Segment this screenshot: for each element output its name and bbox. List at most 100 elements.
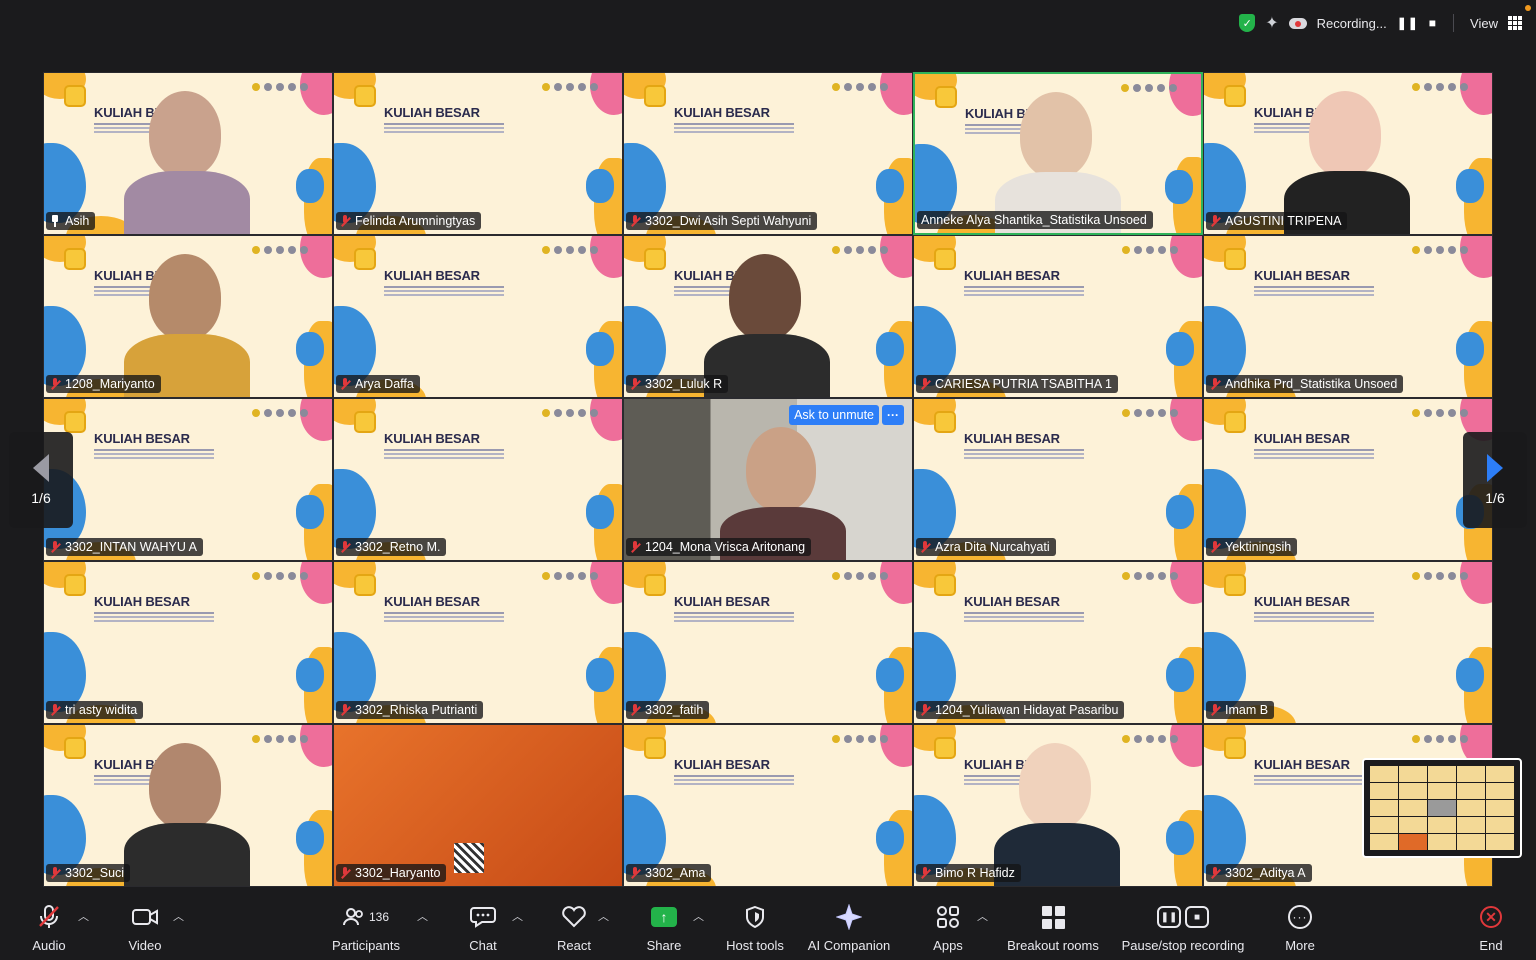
- participant-tile[interactable]: KULIAH BESAR Arya Daffa: [333, 235, 623, 398]
- thumbnail-tile: [1457, 834, 1485, 850]
- slide-subtitle-lines: [964, 449, 1084, 451]
- stop-recording-icon[interactable]: ■: [1429, 16, 1437, 30]
- participant-name: Imam B: [1225, 703, 1269, 717]
- event-logo-icon: [64, 737, 86, 759]
- slide-background: KULIAH BESAR: [914, 562, 1202, 723]
- share-label: Share: [646, 938, 682, 953]
- apps-label: Apps: [933, 938, 963, 953]
- event-logo-icon: [64, 411, 86, 433]
- video-options-caret-icon[interactable]: ︿: [173, 908, 184, 924]
- participant-tile[interactable]: KULIAH BESAR Yektiningsih: [1203, 398, 1493, 561]
- mic-muted-icon: [340, 215, 350, 227]
- tile-more-options-icon[interactable]: ···: [882, 405, 904, 425]
- participant-video: [746, 427, 816, 511]
- react-button[interactable]: React: [553, 894, 595, 960]
- mic-muted-icon: [340, 378, 350, 390]
- thumbnail-tile: [1457, 766, 1485, 782]
- participant-video-body: [124, 823, 250, 886]
- audio-options-caret-icon[interactable]: ︿: [78, 908, 89, 924]
- ask-to-unmute-button[interactable]: Ask to unmute: [789, 405, 879, 425]
- participant-tile[interactable]: KULIAH BESAR 1208_Mariyanto: [43, 235, 333, 398]
- participant-tile[interactable]: KULIAH BESAR Azra Dita Nurcahyati: [913, 398, 1203, 561]
- audio-button[interactable]: Audio: [28, 894, 70, 960]
- breakout-rooms-button[interactable]: Breakout rooms: [1002, 894, 1104, 960]
- audio-label: Audio: [32, 938, 66, 953]
- self-view-thumbnail[interactable]: [1362, 758, 1522, 858]
- participant-tile[interactable]: KULIAH BESAR 3302_Ama: [623, 724, 913, 887]
- mic-muted-icon: [1210, 704, 1220, 716]
- slide-background: KULIAH BESAR: [624, 73, 912, 234]
- sponsor-logos: [832, 735, 888, 743]
- previous-page-button[interactable]: 1/6: [9, 432, 73, 528]
- participant-tile[interactable]: KULIAH BESAR Anneke Alya Shantika_Statist…: [913, 72, 1203, 235]
- sponsor-logos: [542, 409, 598, 417]
- participant-tile[interactable]: Ask to unmute ··· 1204_Mona Vrisca Aritona…: [623, 398, 913, 561]
- sponsor-logos: [1412, 572, 1468, 580]
- participant-tile[interactable]: KULIAH BESAR Andhika Prd_Statistika Unsoe…: [1203, 235, 1493, 398]
- thumbnail-tile: [1399, 817, 1427, 833]
- slide-background: KULIAH BESAR: [44, 562, 332, 723]
- participant-tile[interactable]: KULIAH BESAR tri asty widita: [43, 561, 333, 724]
- apps-icon: [936, 900, 960, 934]
- meeting-toolbar: Audio ︿ Video ︿ 136 Participants ︿ Chat …: [0, 894, 1536, 960]
- event-logo-icon: [64, 85, 86, 107]
- apps-options-caret-icon[interactable]: ︿: [977, 908, 988, 924]
- participant-video-body: [124, 171, 250, 234]
- participant-name-tag: 3302_Dwi Asih Septi Wahyuni: [626, 212, 818, 230]
- encryption-shield-icon[interactable]: ✓: [1239, 14, 1256, 32]
- gallery-grid-icon[interactable]: [1508, 16, 1522, 30]
- pause-recording-icon[interactable]: ❚❚: [1397, 16, 1419, 30]
- share-button[interactable]: ↑ Share: [643, 894, 685, 960]
- apps-button[interactable]: Apps: [927, 894, 969, 960]
- pause-stop-icon: ❚❚ ■: [1157, 906, 1209, 928]
- next-page-button[interactable]: 1/6: [1463, 432, 1527, 528]
- slide-background: KULIAH BESAR: [1204, 562, 1492, 723]
- participant-tile[interactable]: KULIAH BESAR 3302_Suci: [43, 724, 333, 887]
- participant-tile[interactable]: KULIAH BESAR Bimo R Hafidz: [913, 724, 1203, 887]
- ai-companion-button[interactable]: AI Companion: [804, 894, 894, 960]
- sponsor-logos: [1412, 246, 1468, 254]
- participant-tile[interactable]: KULIAH BESAR Imam B: [1203, 561, 1493, 724]
- host-tools-button[interactable]: Host tools: [720, 894, 790, 960]
- share-options-caret-icon[interactable]: ︿: [693, 908, 704, 924]
- host-tools-label: Host tools: [726, 938, 784, 953]
- microphone-muted-icon: [38, 900, 60, 934]
- end-meeting-button[interactable]: ✕ End: [1470, 894, 1512, 960]
- chat-options-caret-icon[interactable]: ︿: [512, 908, 523, 924]
- sponsor-logos: [542, 572, 598, 580]
- share-icon-wrap: ↑: [651, 900, 677, 934]
- participant-tile[interactable]: KULIAH BESAR 3302_fatih: [623, 561, 913, 724]
- participant-tile[interactable]: KULIAH BESAR CARIESA PUTRIA TSABITHA 1: [913, 235, 1203, 398]
- participant-tile[interactable]: KULIAH BESAR 3302_Dwi Asih Septi Wahyuni: [623, 72, 913, 235]
- participant-tile[interactable]: KULIAH BESAR 3302_Retno M.: [333, 398, 623, 561]
- view-button[interactable]: View: [1470, 16, 1498, 31]
- slide-background: KULIAH BESAR: [334, 236, 622, 397]
- pause-stop-recording-button[interactable]: ❚❚ ■ Pause/stop recording: [1118, 894, 1248, 960]
- participant-tile[interactable]: KULIAH BESAR 3302_Luluk R: [623, 235, 913, 398]
- participant-name-tag: Azra Dita Nurcahyati: [916, 538, 1056, 556]
- participant-tile[interactable]: KULIAH BESAR Asih: [43, 72, 333, 235]
- react-options-caret-icon[interactable]: ︿: [598, 908, 609, 924]
- participants-button[interactable]: 136 Participants: [326, 894, 406, 960]
- event-logo-icon: [934, 248, 956, 270]
- participant-tile[interactable]: KULIAH BESAR 1204_Yuliawan Hidayat Pasari…: [913, 561, 1203, 724]
- participant-tile[interactable]: KULIAH BESAR 3302_Rhiska Putrianti: [333, 561, 623, 724]
- thumbnail-tile: [1370, 783, 1398, 799]
- participant-tile[interactable]: KULIAH BESAR AGUSTINI TRIPENA: [1203, 72, 1493, 235]
- participant-tile[interactable]: 3302_Haryanto: [333, 724, 623, 887]
- participant-name: 3302_fatih: [645, 703, 704, 717]
- event-logo-icon: [354, 411, 376, 433]
- ai-sparkle-icon[interactable]: ✦: [1265, 13, 1278, 33]
- participant-tile[interactable]: KULIAH BESAR 3302_INTAN WAHYU A: [43, 398, 333, 561]
- event-logo-icon: [354, 85, 376, 107]
- slide-title: KULIAH BESAR: [674, 594, 770, 609]
- video-button[interactable]: Video: [124, 894, 166, 960]
- participant-name-tag: Andhika Prd_Statistika Unsoed: [1206, 375, 1404, 393]
- participants-options-caret-icon[interactable]: ︿: [417, 908, 428, 924]
- participant-tile[interactable]: KULIAH BESAR Felinda Arumningtyas: [333, 72, 623, 235]
- event-logo-icon: [644, 248, 666, 270]
- chat-button[interactable]: Chat: [462, 894, 504, 960]
- participant-name: Bimo R Hafidz: [935, 866, 1015, 880]
- mic-muted-icon: [920, 378, 930, 390]
- more-button[interactable]: ··· More: [1279, 894, 1321, 960]
